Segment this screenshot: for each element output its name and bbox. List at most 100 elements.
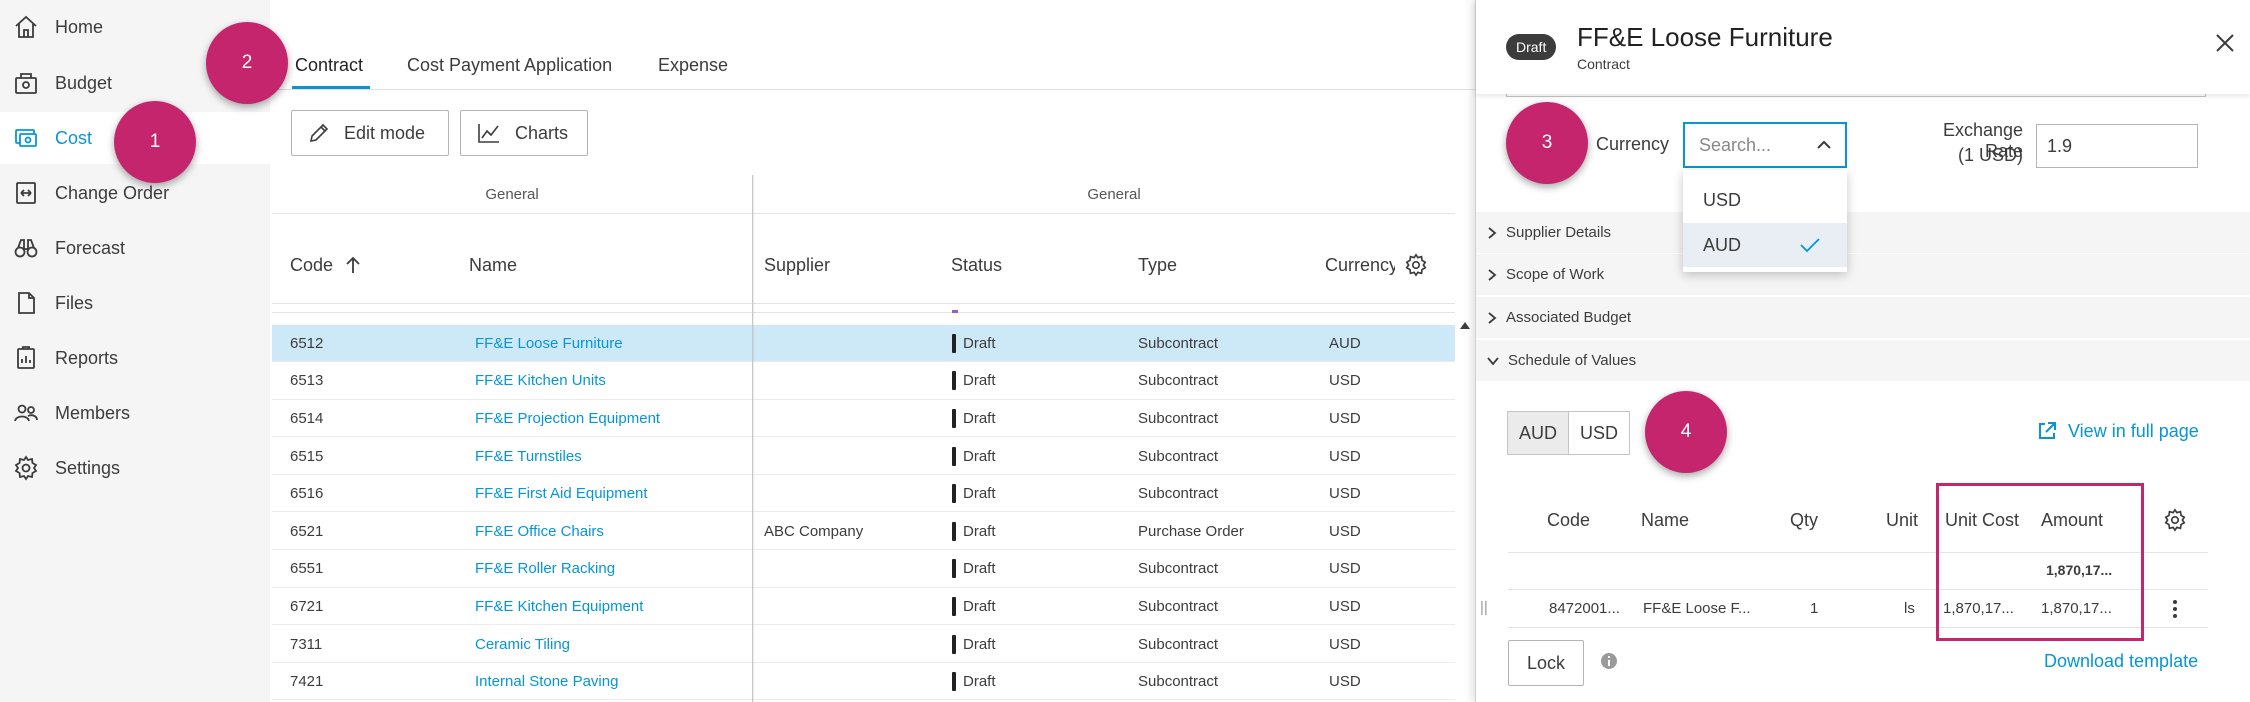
panel-title: FF&E Loose Furniture <box>1577 22 1833 52</box>
exchange-rate-input[interactable]: 1.9 <box>2036 124 2198 168</box>
cell-type: Subcontract <box>1138 362 1218 400</box>
row-more-options-icon[interactable] <box>2163 598 2187 625</box>
external-link-icon <box>2036 420 2058 442</box>
reports-icon <box>12 344 40 372</box>
pencil-icon <box>308 122 330 144</box>
status-indicator-bar <box>952 634 956 654</box>
column-header-type[interactable]: Type <box>1138 227 1177 303</box>
tab-expense[interactable]: Expense <box>658 55 728 76</box>
column-header-currency[interactable]: Currency <box>1325 227 1395 303</box>
cell-currency: USD <box>1329 513 1361 551</box>
currency-search-placeholder: Search... <box>1699 134 1772 155</box>
currency-select[interactable]: Search... <box>1683 122 1847 168</box>
sov-header-code[interactable]: Code <box>1547 510 1590 531</box>
cell-name-link-text: FF&E Projection Equipment <box>475 409 661 427</box>
section-supplier-details[interactable]: Supplier Details <box>1476 212 2250 254</box>
cell-status: Draft <box>952 550 996 588</box>
currency-toggle-usd[interactable]: USD <box>1568 411 1630 455</box>
status-indicator-bar <box>952 672 956 692</box>
chevron-right-icon <box>1486 226 1498 240</box>
cell-currency: AUD <box>1329 325 1361 363</box>
row-drag-handle-icon[interactable]: || <box>1480 599 1488 616</box>
vertical-scrollbar[interactable] <box>1459 317 1475 702</box>
view-full-page-link[interactable]: View in full page <box>2036 420 2199 442</box>
cell-type: Purchase Order <box>1138 513 1244 551</box>
sidebar-item-label: Files <box>55 292 94 313</box>
lock-button[interactable]: Lock <box>1508 640 1584 686</box>
cell-name-link[interactable]: FF&E Loose Furniture <box>475 325 623 363</box>
close-icon[interactable] <box>2214 32 2240 58</box>
cell-name-link[interactable]: FF&E Office Chairs <box>475 513 604 551</box>
currency-option-aud[interactable]: AUD <box>1683 223 1847 267</box>
cell-name-link[interactable]: FF&E Kitchen Equipment <box>475 588 643 626</box>
download-template-link[interactable]: Download template <box>2044 651 2198 672</box>
column-header-supplier[interactable]: Supplier <box>764 227 830 303</box>
currency-option-usd[interactable]: USD <box>1683 178 1847 222</box>
table-row[interactable]: 6512 FF&E Loose Furniture Draft Subcontract… <box>272 324 1455 363</box>
section-associated-budget[interactable]: Associated Budget <box>1476 297 2250 339</box>
cell-type: Subcontract <box>1138 663 1218 701</box>
sidebar-item-files[interactable]: Files <box>0 277 270 329</box>
table-row[interactable]: 7421 Internal Stone Paving Draft Subcontrac… <box>272 663 1455 701</box>
cell-code: 7311 <box>290 625 322 663</box>
cell-code: 6551 <box>290 550 323 588</box>
home-icon <box>12 13 40 41</box>
divider <box>272 303 1455 304</box>
sov-header-unit[interactable]: Unit <box>1886 510 1918 531</box>
info-icon[interactable] <box>1600 652 1618 675</box>
filter-indicator <box>952 310 958 313</box>
cell-currency: USD <box>1329 663 1361 701</box>
status-indicator-bar <box>952 521 956 541</box>
cell-name-link[interactable]: FF&E Projection Equipment <box>475 400 660 438</box>
status-indicator-bar <box>952 371 956 391</box>
charts-button[interactable]: Charts <box>460 110 588 156</box>
edit-mode-button[interactable]: Edit mode <box>291 110 449 156</box>
contracts-grid: General General Code Name Supplier Statu… <box>272 175 1475 702</box>
cell-name-link[interactable]: FF&E First Aid Equipment <box>475 475 648 513</box>
sov-row-qty: 1 <box>1810 600 1819 617</box>
cell-name-link[interactable]: FF&E Turnstiles <box>475 437 582 475</box>
section-schedule-of-values[interactable]: Schedule of Values <box>1476 340 2250 382</box>
cell-type-text: Subcontract <box>1138 485 1219 503</box>
sidebar-item-members[interactable]: Members <box>0 387 270 439</box>
sidebar-item-reports[interactable]: Reports <box>0 332 270 384</box>
table-row[interactable]: 6514 FF&E Projection Equipment Draft Subcon… <box>272 400 1455 438</box>
sidebar-item-label: Cost <box>55 127 93 148</box>
sov-header-qty[interactable]: Qty <box>1790 510 1818 531</box>
currency-toggle-aud[interactable]: AUD <box>1507 411 1569 455</box>
cell-code-text: 6514 <box>290 409 324 427</box>
table-row[interactable]: 6516 FF&E First Aid Equipment Draft Subcont… <box>272 475 1455 513</box>
cell-code: 7421 <box>290 663 323 701</box>
sidebar-item-forecast[interactable]: Forecast <box>0 222 270 274</box>
cell-currency: USD <box>1329 400 1361 438</box>
table-row[interactable]: 6551 FF&E Roller Racking Draft Subcontract U… <box>272 550 1455 588</box>
cell-code-text: 7421 <box>290 673 324 691</box>
table-row[interactable]: 6513 FF&E Kitchen Units Draft Subcontract US… <box>272 362 1455 400</box>
cell-status: Draft <box>952 437 996 475</box>
sidebar-item-settings[interactable]: Settings <box>0 442 270 494</box>
section-scope-of-work[interactable]: Scope of Work <box>1476 254 2250 296</box>
cell-name-link[interactable]: FF&E Kitchen Units <box>475 362 606 400</box>
cell-status-text: Draft <box>963 560 996 578</box>
cell-name-link[interactable]: Ceramic Tiling <box>475 625 570 663</box>
tab-cost-payment-application[interactable]: Cost Payment Application <box>407 55 612 76</box>
cell-name-link[interactable]: Internal Stone Paving <box>475 663 618 701</box>
table-row[interactable]: 6721 FF&E Kitchen Equipment Draft Subcontra… <box>272 588 1455 626</box>
cell-status-text: Draft <box>963 673 996 691</box>
sov-settings-gear-icon[interactable] <box>2163 508 2187 537</box>
sov-header-name[interactable]: Name <box>1641 510 1689 531</box>
column-header-code[interactable]: Code <box>290 227 361 303</box>
sov-row-name: FF&E Loose F... <box>1643 600 1751 617</box>
tab-contract[interactable]: Contract <box>295 55 363 76</box>
column-header-status[interactable]: Status <box>951 227 1002 303</box>
cell-code: 6512 <box>290 325 323 363</box>
cell-name-link[interactable]: FF&E Roller Racking <box>475 550 615 588</box>
column-settings-gear-icon[interactable] <box>1404 227 1428 303</box>
table-row[interactable]: 6521 FF&E Office Chairs ABC Company Draft Pu… <box>272 513 1455 551</box>
column-group-general: General <box>485 185 539 203</box>
table-row[interactable]: 6515 FF&E Turnstiles Draft Subcontract USD <box>272 437 1455 475</box>
cell-type: Subcontract <box>1138 437 1218 475</box>
column-header-name[interactable]: Name <box>469 227 517 303</box>
table-row[interactable]: 7311 Ceramic Tiling Draft Subcontract USD <box>272 625 1455 663</box>
cell-name-link-text: FF&E First Aid Equipment <box>475 485 648 503</box>
